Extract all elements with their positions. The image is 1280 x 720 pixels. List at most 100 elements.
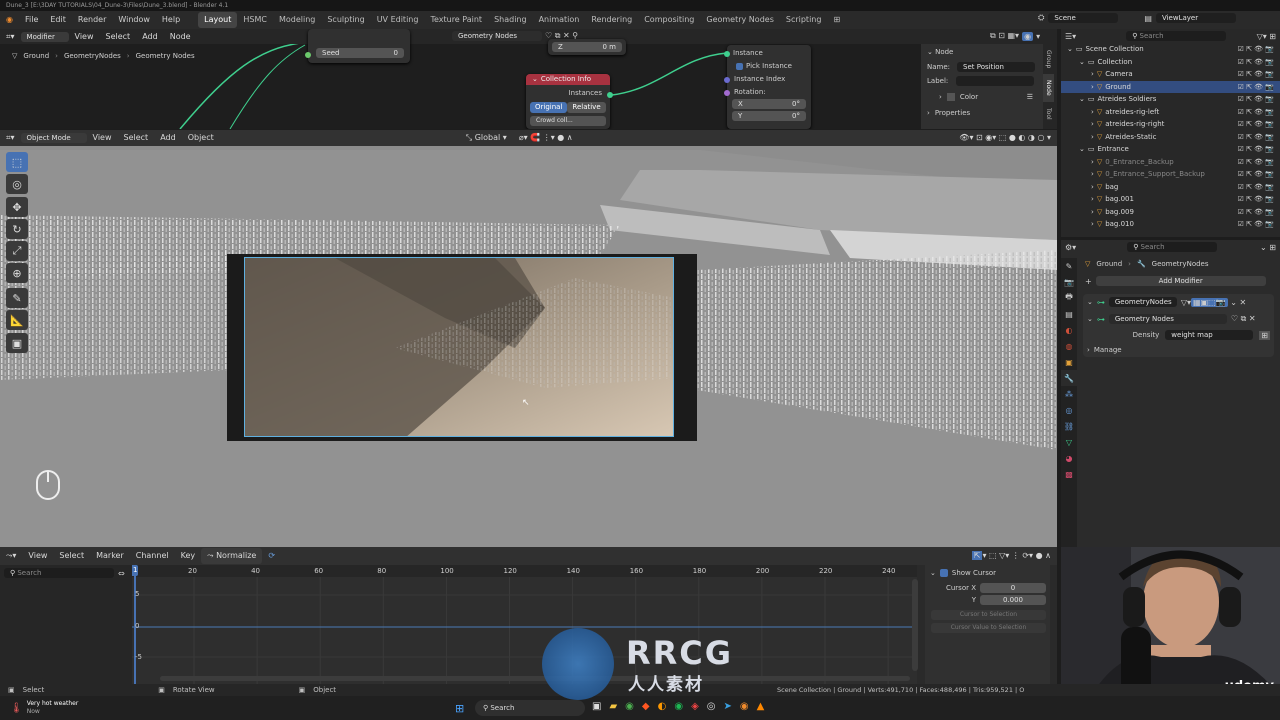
scene-tab-icon[interactable]: ◐ bbox=[1061, 322, 1077, 338]
scene-selector[interactable]: Scene bbox=[1048, 13, 1119, 23]
visibility-icons[interactable]: ☑ ⇱ 👁 📷 bbox=[1238, 131, 1274, 144]
taskbar-search[interactable]: ⚲ Search bbox=[475, 700, 585, 716]
vector-node[interactable]: Z 0 m bbox=[548, 39, 626, 55]
output-tab-icon[interactable]: 🖶 bbox=[1061, 290, 1077, 306]
graph-area[interactable] bbox=[132, 565, 917, 684]
graph-menu-key[interactable]: Key bbox=[175, 548, 202, 564]
frame-ruler[interactable]: 20 40 60 80 100 120 140 160 180 200 220 240 bbox=[132, 565, 917, 577]
current-frame[interactable]: 1 bbox=[133, 566, 137, 574]
menu-edit[interactable]: Edit bbox=[44, 11, 72, 29]
tab-compositing[interactable]: Compositing bbox=[638, 12, 700, 28]
add-cube-tool-icon[interactable]: ▣ bbox=[6, 333, 28, 353]
transform-tool-icon[interactable]: ⊕ bbox=[6, 263, 28, 283]
outliner-search[interactable]: ⚲ Search bbox=[1126, 31, 1227, 41]
rotation-x-value[interactable]: 0° bbox=[792, 99, 800, 109]
outliner-row[interactable]: › ▽ bag.001 ☑ ⇱ 👁 📷 bbox=[1061, 193, 1280, 206]
graph-hscrollbar[interactable] bbox=[160, 676, 910, 681]
3d-viewport[interactable]: ↖ ⬚ ◎ ✥ ↻ ⤢ ⊕ ✎ 📐 ▣ bbox=[0, 130, 1057, 547]
sidebar-tab-node[interactable]: Node bbox=[1043, 74, 1054, 102]
material-tab-icon[interactable]: ◕ bbox=[1061, 450, 1077, 466]
channel-filter-icon[interactable]: ⇔ bbox=[118, 569, 125, 578]
visibility-icons[interactable]: ☑ ⇱ 👁 📷 bbox=[1238, 168, 1274, 181]
collection-field[interactable]: Crowd coll... bbox=[530, 116, 606, 126]
scale-tool-icon[interactable]: ⤢ bbox=[6, 241, 28, 261]
expand-arrow-icon[interactable]: ⌄ bbox=[1079, 95, 1085, 103]
cursor-y-field[interactable]: 0.000 bbox=[980, 595, 1046, 605]
rotation-socket[interactable] bbox=[724, 90, 730, 96]
cursor-x-field[interactable]: 0 bbox=[980, 583, 1046, 593]
node-editor-mode[interactable]: Modifier bbox=[20, 31, 69, 42]
data-tab-icon[interactable]: ▽ bbox=[1061, 434, 1077, 450]
filter-icon[interactable]: ▽▾ ⊞ bbox=[1257, 32, 1276, 41]
instances-socket[interactable] bbox=[607, 92, 613, 98]
expand-arrow-icon[interactable]: › bbox=[1091, 158, 1094, 166]
expand-arrow-icon[interactable]: › bbox=[1091, 195, 1094, 203]
graph-editor[interactable]: ⚲ Search ⇔ 20 40 60 80 100 120 140 160 180 200 220… bbox=[0, 547, 1057, 684]
graph-menu-marker[interactable]: Marker bbox=[90, 548, 130, 564]
properties-panel[interactable]: Properties bbox=[935, 109, 970, 117]
node-menu-node[interactable]: Node bbox=[164, 29, 197, 45]
rotate-tool-icon[interactable]: ↻ bbox=[6, 219, 28, 239]
viewport-menu-select[interactable]: Select bbox=[118, 130, 155, 146]
expand-arrow-icon[interactable]: › bbox=[1091, 183, 1094, 191]
object-mode-selector[interactable]: Object Mode bbox=[20, 133, 87, 143]
view-layer-selector[interactable]: ViewLayer bbox=[1155, 13, 1236, 23]
density-attribute-field[interactable]: weight map bbox=[1165, 330, 1254, 340]
z-value[interactable]: 0 m bbox=[603, 42, 617, 52]
color-panel[interactable]: Color bbox=[960, 93, 978, 101]
add-modifier-button[interactable]: Add Modifier bbox=[1095, 276, 1266, 286]
node-group-actions-icon[interactable]: ♡ ⧉ ✕ bbox=[1231, 314, 1256, 324]
viewport-menu-object[interactable]: Object bbox=[182, 130, 220, 146]
visibility-icons[interactable]: ☑ ⇱ 👁 📷 bbox=[1238, 56, 1274, 69]
outliner-row[interactable]: › ▽ Atreides-Static ☑ ⇱ 👁 📷 bbox=[1061, 131, 1280, 144]
node-panel-title[interactable]: ⌄ Node bbox=[921, 44, 1043, 60]
tab-animation[interactable]: Animation bbox=[533, 12, 586, 28]
visibility-icons[interactable]: ☑ ⇱ 👁 📷 bbox=[1238, 81, 1274, 94]
tab-hsmc[interactable]: HSMC bbox=[237, 12, 273, 28]
viewport-shading-icons[interactable]: 👁▾ ⊡ ◉▾ ⬚ ● ◐ ◑ ○ ▾ bbox=[953, 130, 1057, 146]
collection-info-node[interactable]: ⌄ Collection Info Instances Original Rela… bbox=[526, 74, 610, 129]
outliner-row[interactable]: › ▽ bag.010 ☑ ⇱ 👁 📷 bbox=[1061, 218, 1280, 231]
outliner-row[interactable]: › ▽ bag.009 ☑ ⇱ 👁 📷 bbox=[1061, 206, 1280, 219]
show-cursor-checkbox[interactable] bbox=[939, 569, 948, 577]
menu-window[interactable]: Window bbox=[112, 11, 156, 29]
tab-sculpting[interactable]: Sculpting bbox=[321, 12, 370, 28]
texture-tab-icon[interactable]: ▩ bbox=[1061, 466, 1077, 482]
visibility-icons[interactable]: ☑ ⇱ 👁 📷 bbox=[1238, 143, 1274, 156]
tab-layout[interactable]: Layout bbox=[198, 12, 238, 28]
properties-search[interactable]: ⚲ Search bbox=[1127, 242, 1218, 252]
expand-arrow-icon[interactable]: ⌄ bbox=[1079, 58, 1085, 66]
menu-render[interactable]: Render bbox=[72, 11, 112, 29]
expand-arrow-icon[interactable]: › bbox=[1091, 108, 1094, 116]
cursor-to-selection-button[interactable]: Cursor to Selection bbox=[931, 610, 1046, 620]
cursor-value-to-selection-button[interactable]: Cursor Value to Selection bbox=[931, 623, 1046, 633]
tab-modeling[interactable]: Modeling bbox=[273, 12, 321, 28]
expand-arrow-icon[interactable]: › bbox=[1091, 120, 1094, 128]
attribute-toggle-icon[interactable]: ⊞ bbox=[1259, 330, 1270, 340]
expand-arrow-icon[interactable]: › bbox=[1091, 208, 1094, 216]
view-layer-tab-icon[interactable]: ▤ bbox=[1061, 306, 1077, 322]
node-menu-view[interactable]: View bbox=[69, 29, 100, 45]
sidebar-tab-group[interactable]: Group bbox=[1043, 44, 1054, 74]
visibility-icons[interactable]: ☑ ⇱ 👁 📷 bbox=[1238, 156, 1274, 169]
modifier-name-field[interactable]: GeometryNodes bbox=[1108, 297, 1177, 307]
tab-shading[interactable]: Shading bbox=[488, 12, 533, 28]
original-toggle[interactable]: Original bbox=[530, 102, 568, 113]
tab-scripting[interactable]: Scripting bbox=[780, 12, 828, 28]
seed-socket[interactable] bbox=[305, 52, 311, 58]
tab-rendering[interactable]: Rendering bbox=[585, 12, 638, 28]
graph-menu-channel[interactable]: Channel bbox=[130, 548, 175, 564]
editor-type-icon[interactable]: ⌗▾ bbox=[0, 29, 21, 45]
expand-arrow-icon[interactable]: › bbox=[1091, 133, 1094, 141]
node-tree-selector[interactable]: Geometry Nodes bbox=[452, 31, 542, 41]
viewport-menu-add[interactable]: Add bbox=[154, 130, 182, 146]
outliner-row[interactable]: ⌄ ▭ Scene Collection ☑ ⇱ 👁 📷 bbox=[1061, 43, 1280, 56]
random-node[interactable]: Seed 0 bbox=[308, 29, 410, 63]
visibility-icons[interactable]: ☑ ⇱ 👁 📷 bbox=[1238, 206, 1274, 219]
collapse-modifier-icon[interactable]: ⌄ bbox=[1087, 298, 1093, 306]
node-menu-select[interactable]: Select bbox=[100, 29, 137, 45]
measure-tool-icon[interactable]: 📐 bbox=[6, 310, 28, 330]
expand-arrow-icon[interactable]: › bbox=[1091, 170, 1094, 178]
render-tab-icon[interactable]: 📷 bbox=[1061, 274, 1077, 290]
node-group-field[interactable]: Geometry Nodes bbox=[1108, 314, 1227, 324]
